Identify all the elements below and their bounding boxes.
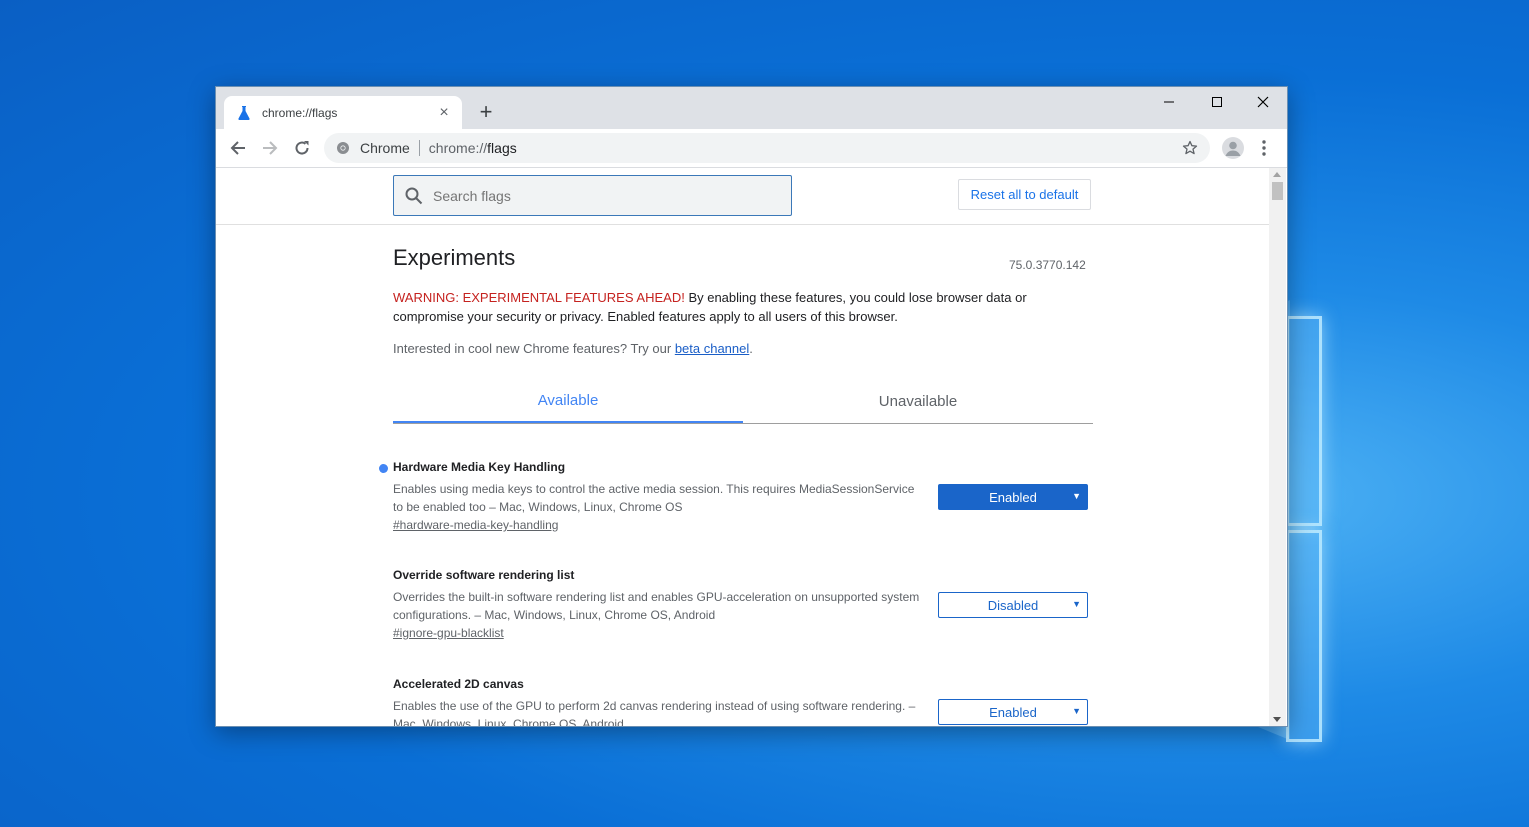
reset-all-button[interactable]: Reset all to default <box>958 179 1091 210</box>
flag-state-value: Enabled <box>989 704 1037 720</box>
beta-channel-link[interactable]: beta channel <box>675 341 749 356</box>
flags-page: Reset all to default Experiments 75.0.37… <box>216 168 1269 726</box>
search-box[interactable] <box>393 175 792 216</box>
dropdown-caret-icon: ▼ <box>1072 599 1081 609</box>
scroll-up-arrow-icon[interactable] <box>1273 172 1281 177</box>
address-bar[interactable]: Chrome chrome:// flags <box>324 133 1210 163</box>
version-label: 75.0.3770.142 <box>1009 258 1086 272</box>
tab-available[interactable]: Available <box>393 379 743 423</box>
omnibox-chip: Chrome <box>360 140 410 156</box>
search-flags-input[interactable] <box>431 186 775 205</box>
dropdown-caret-icon: ▼ <box>1072 491 1081 501</box>
flag-item: Accelerated 2D canvas Enables the use of… <box>393 677 1093 726</box>
chrome-logo-icon <box>337 142 349 154</box>
flag-state-select[interactable]: Disabled ▼ <box>938 592 1088 618</box>
flag-state-select[interactable]: Enabled ▼ <box>938 484 1088 510</box>
tab-title: chrome://flags <box>262 105 338 120</box>
omnibox-separator <box>418 140 420 156</box>
scroll-down-arrow-icon[interactable] <box>1273 717 1281 722</box>
tab-strip: chrome://flags × + <box>216 87 1287 129</box>
flag-state-value: Enabled <box>989 489 1037 505</box>
chrome-window: chrome://flags × + Chrome chrome:// flag… <box>215 86 1288 727</box>
windows-logo-pane-bottom <box>1286 530 1322 742</box>
minimize-icon[interactable] <box>1146 87 1192 117</box>
dropdown-caret-icon: ▼ <box>1072 706 1081 716</box>
tab-unavailable[interactable]: Unavailable <box>743 379 1093 423</box>
flag-item: Hardware Media Key Handling Enables usin… <box>379 460 1093 532</box>
toolbar: Chrome chrome:// flags <box>216 129 1287 168</box>
maximize-icon[interactable] <box>1194 87 1240 117</box>
menu-kebab-icon[interactable] <box>1256 138 1272 158</box>
interest-prefix: Interested in cool new Chrome features? … <box>393 341 675 356</box>
new-tab-icon[interactable]: + <box>474 101 498 125</box>
flag-name: Hardware Media Key Handling <box>393 460 566 474</box>
flag-item: Override software rendering list Overrid… <box>393 568 1093 640</box>
flags-tabs: Available Unavailable <box>393 379 1093 424</box>
forward-arrow-icon[interactable] <box>257 135 283 161</box>
flag-state-select[interactable]: Enabled ▼ <box>938 699 1088 725</box>
close-tab-icon[interactable]: × <box>436 104 452 121</box>
flag-description: Enables using media keys to control the … <box>393 482 915 514</box>
warning-message: WARNING: EXPERIMENTAL FEATURES AHEAD! By… <box>393 288 1083 326</box>
bookmark-star-icon[interactable] <box>1182 140 1198 156</box>
close-window-icon[interactable] <box>1240 87 1286 117</box>
flag-state-value: Disabled <box>987 597 1039 613</box>
reload-icon[interactable] <box>289 135 315 161</box>
search-header: Reset all to default <box>216 168 1269 225</box>
warning-headline: WARNING: EXPERIMENTAL FEATURES AHEAD! <box>393 290 685 305</box>
beta-channel-note: Interested in cool new Chrome features? … <box>393 341 753 356</box>
back-arrow-icon[interactable] <box>225 135 251 161</box>
scroll-thumb[interactable] <box>1272 182 1283 200</box>
flag-description: Overrides the built-in software renderin… <box>393 590 920 622</box>
vertical-scrollbar[interactable] <box>1269 168 1286 726</box>
page-title: Experiments <box>393 245 516 270</box>
url-path: flags <box>487 140 517 156</box>
search-icon <box>405 187 423 204</box>
modified-indicator <box>379 464 388 473</box>
flask-icon <box>238 105 250 120</box>
flag-description: Enables the use of the GPU to perform 2d… <box>393 699 916 726</box>
flag-anchor-link[interactable]: #ignore-gpu-blacklist <box>393 626 1093 640</box>
profile-avatar-icon[interactable] <box>1222 137 1244 159</box>
windows-logo-pane-top <box>1286 316 1322 526</box>
url-scheme: chrome:// <box>428 140 488 156</box>
tab-flags[interactable]: chrome://flags × <box>224 96 462 129</box>
flag-anchor-link[interactable]: #hardware-media-key-handling <box>393 518 1093 532</box>
flag-name: Override software rendering list <box>393 568 575 582</box>
interest-suffix: . <box>749 341 753 356</box>
flag-name: Accelerated 2D canvas <box>393 677 524 691</box>
